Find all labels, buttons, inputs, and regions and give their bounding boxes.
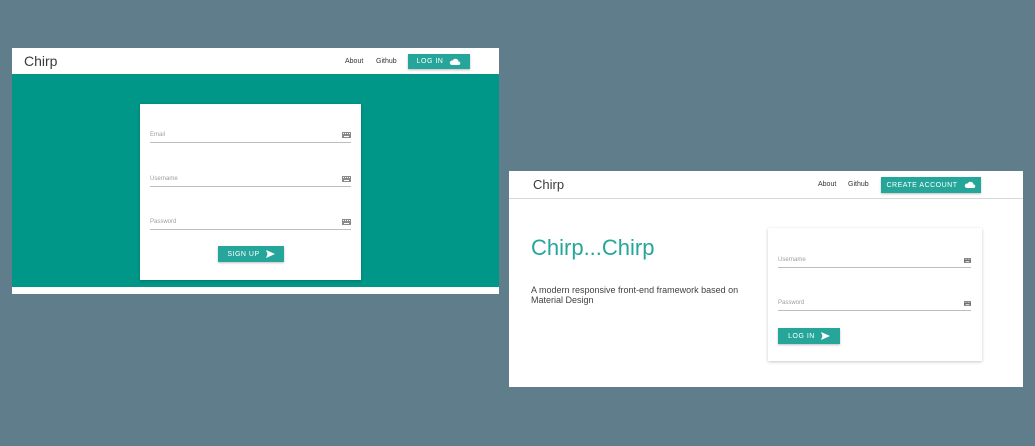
password-placeholder: Password <box>150 219 177 225</box>
username-field[interactable]: Username <box>150 173 351 187</box>
keyboard-icon <box>342 219 351 225</box>
navbar: Chirp About Github LOG IN <box>12 48 499 74</box>
nav-github-link[interactable]: Github <box>376 58 397 65</box>
login-button-label: LOG IN <box>416 58 444 65</box>
navbar: Chirp About Github CREATE ACCOUNT <box>509 171 1023 199</box>
email-field[interactable]: Email <box>150 129 351 143</box>
username-field[interactable]: Username <box>778 254 971 268</box>
keyboard-icon <box>342 132 351 138</box>
hero-tagline: A modern responsive front-end framework … <box>531 285 739 305</box>
username-placeholder: Username <box>150 176 178 182</box>
signup-page-window: Chirp About Github LOG IN Email Username… <box>12 48 499 294</box>
log-in-label: LOG IN <box>788 332 815 340</box>
brand-logo[interactable]: Chirp <box>533 177 564 192</box>
password-placeholder: Password <box>778 300 805 306</box>
create-account-label: CREATE ACCOUNT <box>886 181 958 189</box>
hero-headline: Chirp...Chirp <box>531 235 655 260</box>
signup-card: Email Username Password SIGN UP <box>140 104 361 280</box>
cloud-icon <box>449 58 461 66</box>
username-placeholder: Username <box>778 257 806 263</box>
email-placeholder: Email <box>150 132 166 138</box>
send-icon <box>820 332 830 340</box>
sign-up-label: SIGN UP <box>227 250 260 258</box>
nav-about-link[interactable]: About <box>818 181 836 188</box>
create-account-button[interactable]: CREATE ACCOUNT <box>881 177 981 193</box>
login-card: Username Password LOG IN <box>768 228 982 361</box>
nav-github-link[interactable]: Github <box>848 181 869 188</box>
keyboard-icon <box>964 258 971 263</box>
password-field[interactable]: Password <box>778 297 971 311</box>
nav-login-button[interactable]: LOG IN <box>408 54 470 69</box>
sign-up-button[interactable]: SIGN UP <box>218 246 284 262</box>
cloud-icon <box>964 181 976 189</box>
send-icon <box>265 250 275 258</box>
keyboard-icon <box>342 176 351 182</box>
login-page-window: Chirp About Github CREATE ACCOUNT Chirp.… <box>509 171 1023 387</box>
brand-logo[interactable]: Chirp <box>24 53 57 69</box>
keyboard-icon <box>964 301 971 306</box>
password-field[interactable]: Password <box>150 216 351 230</box>
nav-about-link[interactable]: About <box>345 58 363 65</box>
log-in-button[interactable]: LOG IN <box>778 328 840 344</box>
